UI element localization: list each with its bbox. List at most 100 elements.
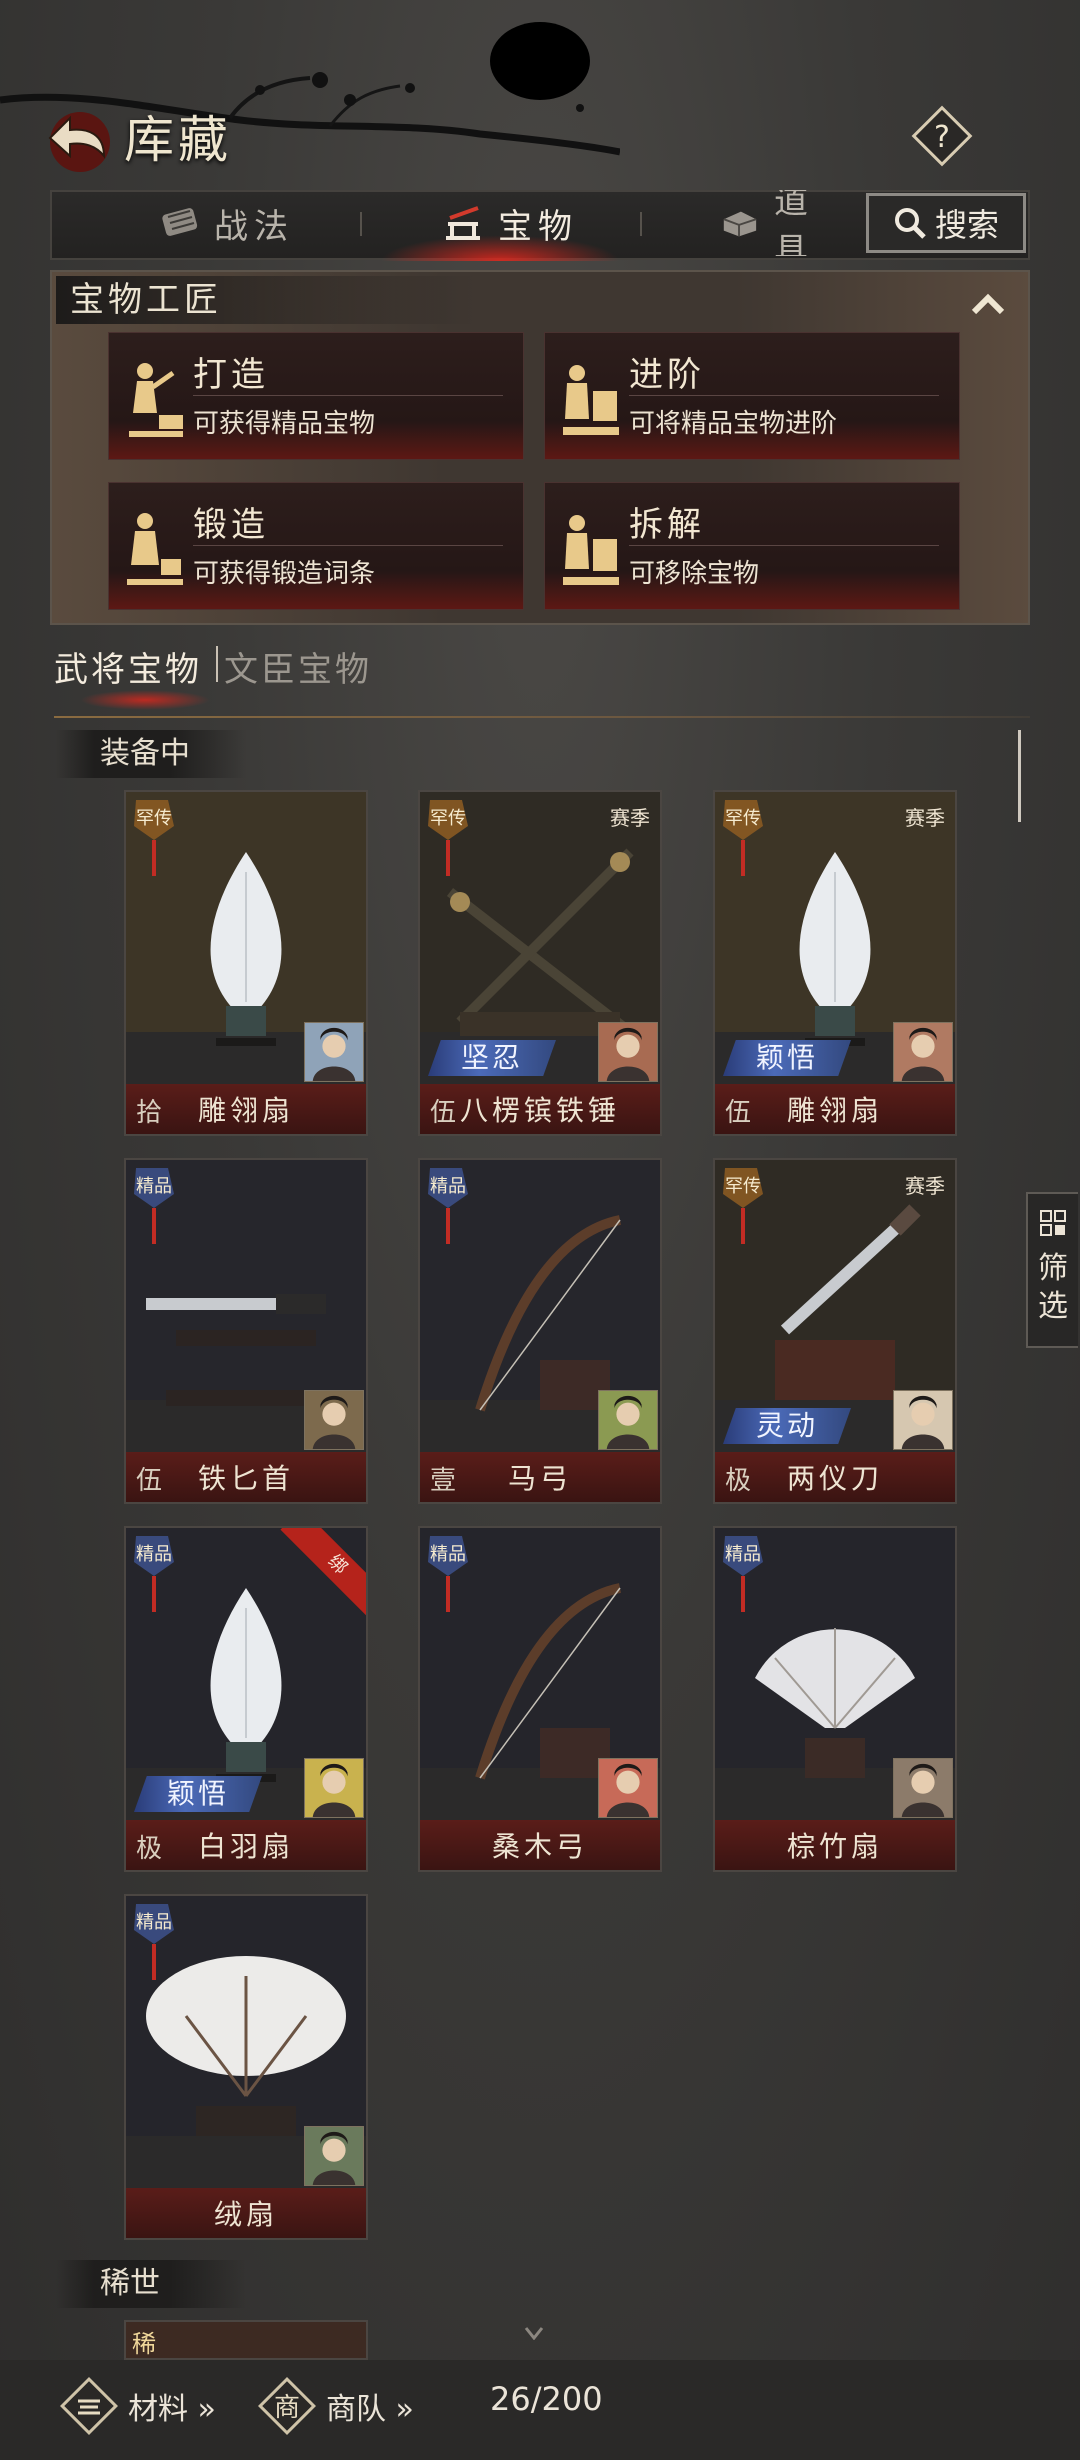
item-box-icon [723, 211, 757, 237]
general-avatar [598, 1390, 658, 1450]
rank-label: 极 [136, 1834, 167, 1864]
tab-tactics[interactable]: 战法 [160, 190, 294, 256]
svg-text:罕传: 罕传 [430, 808, 466, 829]
rank-label: 壹 [430, 1466, 461, 1496]
treasure-name-bar: 伍 雕翎扇 [715, 1084, 955, 1134]
filter-button[interactable]: 筛选 [1026, 1192, 1078, 1348]
treasure-name: 雕翎扇 [786, 1094, 883, 1127]
grade-badge-icon: 精品 [428, 1168, 468, 1244]
materials-button[interactable]: 材料 » [58, 2376, 216, 2436]
active-subtab-glow [80, 690, 210, 710]
materials-icon [60, 2377, 118, 2435]
treasure-name-bar: 拾 雕翎扇 [126, 1084, 366, 1134]
general-avatar [304, 2126, 364, 2186]
rare-item-preview[interactable]: 稀 [124, 2320, 368, 2360]
treasure-name: 绒扇 [213, 2198, 278, 2231]
search-icon [894, 208, 926, 239]
grade-badge: 稀 [132, 2330, 156, 2358]
subtab-civil-treasures[interactable]: 文臣宝物 [224, 642, 372, 691]
rank-label: 伍 [725, 1098, 756, 1128]
skill-tag: 颖悟 [134, 1776, 262, 1812]
artisan-craft-card[interactable]: 打造 可获得精品宝物 [108, 332, 524, 460]
grid-icon [1040, 1210, 1066, 1236]
blacksmith-icon [127, 513, 183, 585]
card-divider [193, 545, 503, 546]
treasure-name-bar: 极 白羽扇 [126, 1820, 366, 1870]
treasure-card[interactable]: 精品 绒扇 [124, 1894, 368, 2240]
treasure-name: 铁匕首 [197, 1462, 294, 1495]
rank-label: 伍 [136, 1466, 167, 1496]
treasure-name: 雕翎扇 [197, 1094, 294, 1127]
grade-badge-icon: 精品 [723, 1536, 763, 1612]
scrollbar[interactable] [1018, 730, 1021, 822]
section-rare: 稀世 [56, 2260, 246, 2308]
treasure-card[interactable]: 罕传 赛季 颖悟 伍 雕翎扇 [713, 790, 957, 1136]
svg-text:精品: 精品 [136, 1912, 172, 1933]
card-divider [629, 395, 939, 396]
general-avatar [893, 1758, 953, 1818]
inventory-counter: 26/200 [490, 2380, 603, 2418]
general-avatar [304, 1390, 364, 1450]
treasure-card[interactable]: 精品 桑木弓 [418, 1526, 662, 1872]
grade-badge-icon: 罕传 [428, 800, 468, 876]
page-title: 库藏 [124, 111, 232, 169]
grade-badge-icon: 罕传 [723, 1168, 763, 1244]
general-avatar [304, 1022, 364, 1082]
tab-divider [360, 212, 362, 236]
svg-text:精品: 精品 [136, 1544, 172, 1565]
back-arrow-icon[interactable] [44, 100, 124, 180]
treasure-card[interactable]: 精品 棕竹扇 [713, 1526, 957, 1872]
treasure-name-bar: 伍 铁匕首 [126, 1452, 366, 1502]
skill-tag: 颖悟 [723, 1040, 851, 1076]
merchant-icon: 商 [258, 2377, 316, 2435]
treasure-name: 桑木弓 [491, 1830, 588, 1863]
treasure-name: 棕竹扇 [786, 1830, 883, 1863]
rank-label: 极 [725, 1466, 756, 1496]
grade-badge-icon: 精品 [134, 1536, 174, 1612]
tab-label: 战法 [214, 206, 294, 247]
season-tag: 赛季 [905, 1174, 945, 1198]
svg-text:精品: 精品 [725, 1544, 761, 1565]
craftsman-anvil-icon [563, 365, 619, 435]
treasure-card[interactable]: 罕传 赛季 灵动 极 两仪刀 [713, 1158, 957, 1504]
treasure-name-bar: 桑木弓 [420, 1820, 660, 1870]
sword-stand-icon [446, 206, 480, 240]
season-tag: 赛季 [905, 806, 945, 830]
treasure-card[interactable]: 罕传 拾 雕翎扇 [124, 790, 368, 1136]
caravan-button[interactable]: 商 商队 » [256, 2376, 414, 2436]
card-divider [193, 395, 503, 396]
treasure-card[interactable]: 精品 绑 颖悟 极 白羽扇 [124, 1526, 368, 1872]
artisan-advance-card[interactable]: 进阶 可将精品宝物进阶 [544, 332, 960, 460]
treasure-name: 两仪刀 [786, 1462, 883, 1495]
artisan-dismantle-card[interactable]: 拆解 可移除宝物 [544, 482, 960, 610]
treasure-name-bar: 绒扇 [126, 2188, 366, 2238]
chevron-up-icon[interactable] [966, 282, 1010, 326]
svg-text:?: ? [934, 120, 950, 155]
treasure-card[interactable]: 精品 伍 铁匕首 [124, 1158, 368, 1504]
artisan-forge-card[interactable]: 锻造 可获得锻造词条 [108, 482, 524, 610]
season-tag: 赛季 [610, 806, 650, 830]
skill-tag: 坚忍 [428, 1040, 556, 1076]
svg-text:罕传: 罕传 [136, 808, 172, 829]
camera-notch [490, 22, 590, 100]
subtab-general-treasures[interactable]: 武将宝物 [54, 642, 202, 691]
scroll-icon [162, 208, 198, 236]
grade-badge-icon: 精品 [428, 1536, 468, 1612]
treasure-name-bar: 极 两仪刀 [715, 1452, 955, 1502]
svg-text:精品: 精品 [430, 1544, 466, 1565]
section-equipped: 装备中 [56, 730, 246, 778]
treasure-card[interactable]: 罕传 赛季 坚忍 伍 八楞镔铁锤 [418, 790, 662, 1136]
search-button[interactable]: 搜索 [866, 193, 1026, 253]
tab-label: 道具 [773, 190, 814, 256]
grade-badge-icon: 罕传 [134, 800, 174, 876]
general-avatar [893, 1022, 953, 1082]
help-icon[interactable]: ? [908, 102, 976, 170]
subtab-underline [54, 716, 1030, 718]
treasure-name-bar: 壹 马弓 [420, 1452, 660, 1502]
svg-text:商: 商 [274, 2393, 300, 2423]
treasure-card[interactable]: 精品 壹 马弓 [418, 1158, 662, 1504]
tab-items[interactable]: 道具 [720, 190, 850, 256]
tab-treasures[interactable]: 宝物 [442, 190, 578, 256]
grade-badge-icon: 精品 [134, 1168, 174, 1244]
scroll-down-icon [524, 2327, 544, 2340]
